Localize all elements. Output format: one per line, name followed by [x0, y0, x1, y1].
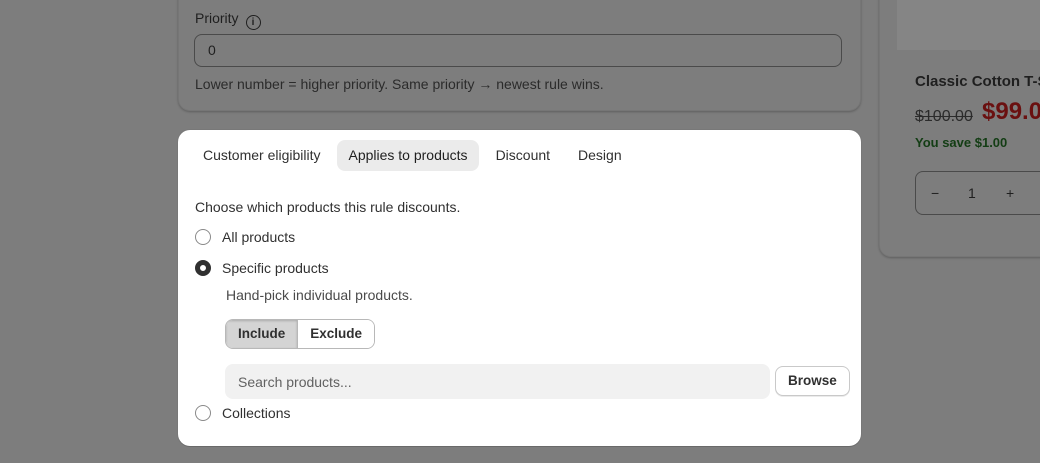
- radio-checked-icon[interactable]: [195, 260, 211, 276]
- radio-all-products[interactable]: All products: [195, 229, 295, 245]
- plus-icon[interactable]: +: [1006, 185, 1014, 201]
- tab-design[interactable]: Design: [567, 140, 633, 171]
- quantity-value: 1: [968, 185, 976, 201]
- discounted-price: $99.00: [982, 98, 1040, 125]
- quantity-stepper[interactable]: − 1 +: [915, 171, 1040, 215]
- tab-customer-eligibility[interactable]: Customer eligibility: [192, 140, 331, 171]
- priority-label: Priority i: [195, 10, 261, 30]
- priority-input[interactable]: 0: [194, 34, 842, 67]
- section-intro: Choose which products this rule discount…: [195, 199, 461, 215]
- radio-specific-products[interactable]: Specific products: [195, 260, 329, 276]
- include-exclude-toggle: Include Exclude: [225, 319, 376, 349]
- product-preview-card: Classic Cotton T-Sh $100.00 $99.00 You s…: [879, 0, 1040, 257]
- rule-settings-modal: Customer eligibility Applies to products…: [178, 130, 861, 446]
- savings-text: You save $1.00: [915, 135, 1008, 150]
- product-search-input[interactable]: [225, 364, 770, 399]
- radio-label: All products: [222, 229, 296, 245]
- tab-discount[interactable]: Discount: [485, 140, 561, 171]
- exclude-button[interactable]: Exclude: [297, 320, 375, 348]
- radio-collections[interactable]: Collections: [195, 405, 290, 421]
- specific-products-help: Hand-pick individual products.: [226, 287, 413, 303]
- priority-card: Priority i 0 Lower number = higher priori…: [178, 0, 861, 111]
- priority-label-text: Priority: [195, 10, 239, 26]
- priority-help-text: Lower number = higher priority. Same pri…: [195, 76, 604, 92]
- include-button[interactable]: Include: [226, 320, 298, 348]
- tab-bar: Customer eligibility Applies to products…: [192, 140, 633, 171]
- minus-icon[interactable]: −: [931, 185, 939, 201]
- radio-unchecked-icon[interactable]: [195, 405, 211, 421]
- radio-label: Specific products: [222, 260, 329, 276]
- original-price: $100.00: [915, 108, 973, 125]
- product-title: Classic Cotton T-Sh: [915, 73, 1040, 90]
- info-icon[interactable]: i: [245, 15, 261, 30]
- browse-button[interactable]: Browse: [775, 366, 850, 396]
- radio-unchecked-icon[interactable]: [195, 229, 211, 245]
- tab-applies-to-products[interactable]: Applies to products: [337, 140, 479, 171]
- radio-label: Collections: [222, 405, 291, 421]
- product-image: [897, 0, 1040, 50]
